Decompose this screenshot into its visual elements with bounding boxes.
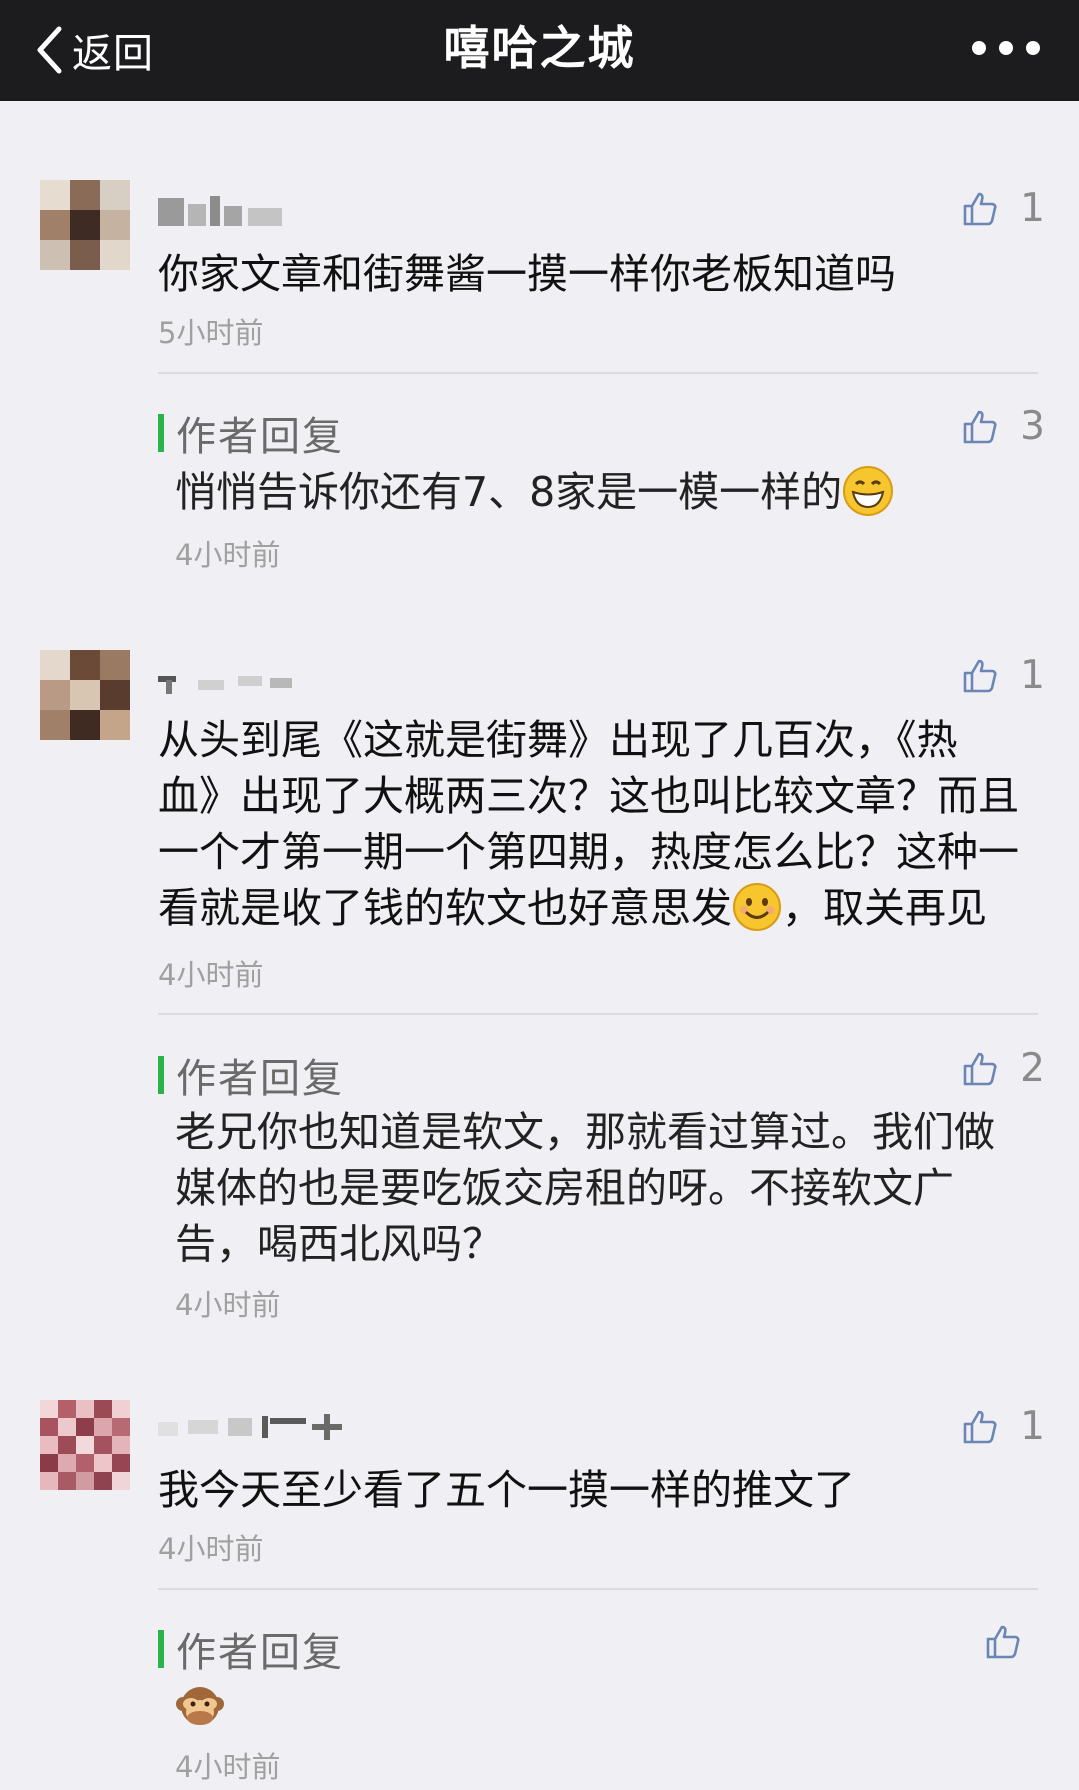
comment-time: 4小时前 (158, 958, 264, 992)
reply-text-line: 媒体的也是要吃饭交房租的呀。不接软文广 (175, 1164, 954, 1212)
comment-time: 5小时前 (158, 316, 264, 350)
reply-indicator-bar (158, 1630, 164, 1668)
reply-time: 4小时前 (175, 1288, 281, 1322)
thumbs-up-icon (963, 1410, 997, 1443)
blurred-avatar-image (40, 1400, 130, 1490)
author-reply-header: 作者回复 (158, 404, 344, 462)
more-dots-icon (972, 41, 1040, 55)
like-count: 1 (1020, 1404, 1045, 1449)
like-count: 1 (1020, 653, 1045, 698)
reply-text-line: 告，喝西北风吗？ (175, 1220, 503, 1268)
avatar[interactable] (40, 1400, 130, 1490)
like-count: 1 (1020, 186, 1045, 231)
like-button[interactable] (985, 1624, 1021, 1660)
more-options-button[interactable] (967, 30, 1045, 66)
smiling-face-emoji (733, 883, 781, 931)
comment-text: 你家文章和街舞酱一摸一样你老板知道吗 (158, 250, 896, 298)
author-reply-label: 作者回复 (176, 1630, 344, 1676)
like-count: 2 (1020, 1046, 1045, 1091)
like-count: 3 (1020, 404, 1045, 449)
like-button[interactable]: 2 (962, 1046, 1045, 1091)
divider (158, 372, 1038, 374)
comment-text-line: 看就是收了钱的软文也好意思发 ，取关再见 (158, 883, 987, 932)
divider (158, 1013, 1038, 1015)
reply-indicator-bar (158, 414, 164, 452)
comment-text-line: 一个才第一期一个第四期，热度怎么比？这种一 (158, 828, 1019, 876)
blurred-avatar-image (40, 650, 130, 740)
author-reply-text: 老兄你也知道是软文，那就看过算过。我们做 媒体的也是要吃饭交房租的呀。不接软文广… (175, 1104, 1035, 1272)
reply-indicator-bar (158, 1056, 164, 1094)
comment-text: 我今天至少看了五个一摸一样的推文了 (158, 1466, 855, 1514)
blurred-nickname[interactable] (158, 1408, 368, 1450)
divider (158, 1588, 1038, 1590)
comment-time: 4小时前 (158, 1532, 264, 1566)
page-title: 嘻哈之城 (443, 21, 636, 75)
thumbs-up-icon (963, 192, 997, 225)
like-button[interactable]: 1 (962, 1404, 1045, 1449)
author-reply-label: 作者回复 (176, 1056, 344, 1102)
author-reply-text (175, 1682, 225, 1736)
reply-time: 4小时前 (175, 538, 281, 572)
comment-text-line: 血》出现了大概两三次？这也叫比较文章？而且 (158, 772, 1019, 820)
top-navigation-bar: 返回 嘻哈之城 (0, 0, 1079, 101)
thumbs-up-icon (963, 410, 997, 443)
like-button[interactable]: 1 (962, 653, 1045, 698)
blurred-nickname[interactable] (158, 662, 308, 704)
avatar[interactable] (40, 180, 130, 270)
like-button[interactable]: 3 (962, 404, 1045, 449)
thumbs-up-icon (963, 1052, 997, 1085)
comment-text-line: 从头到尾《这就是街舞》出现了几百次，《热 (158, 716, 958, 764)
avatar[interactable] (40, 650, 130, 740)
reply-time: 4小时前 (175, 1750, 281, 1784)
author-reply-header: 作者回复 (158, 1046, 344, 1104)
author-reply-text: 悄悄告诉你还有7、8家是一模一样的 (175, 464, 1035, 520)
see-no-evil-monkey-emoji (176, 1687, 224, 1725)
comment-text: 从头到尾《这就是街舞》出现了几百次，《热 血》出现了大概两三次？这也叫比较文章？… (158, 712, 1038, 936)
blurred-nickname[interactable] (158, 192, 288, 234)
like-button[interactable]: 1 (962, 186, 1045, 231)
author-reply-header: 作者回复 (158, 1620, 344, 1678)
reply-text-line: 老兄你也知道是软文，那就看过算过。我们做 (175, 1108, 995, 1156)
grinning-face-emoji (843, 466, 894, 516)
thumbs-up-icon (963, 659, 997, 692)
blurred-avatar-image (40, 180, 130, 270)
thumbs-up-icon (986, 1625, 1020, 1659)
author-reply-label: 作者回复 (176, 414, 344, 460)
